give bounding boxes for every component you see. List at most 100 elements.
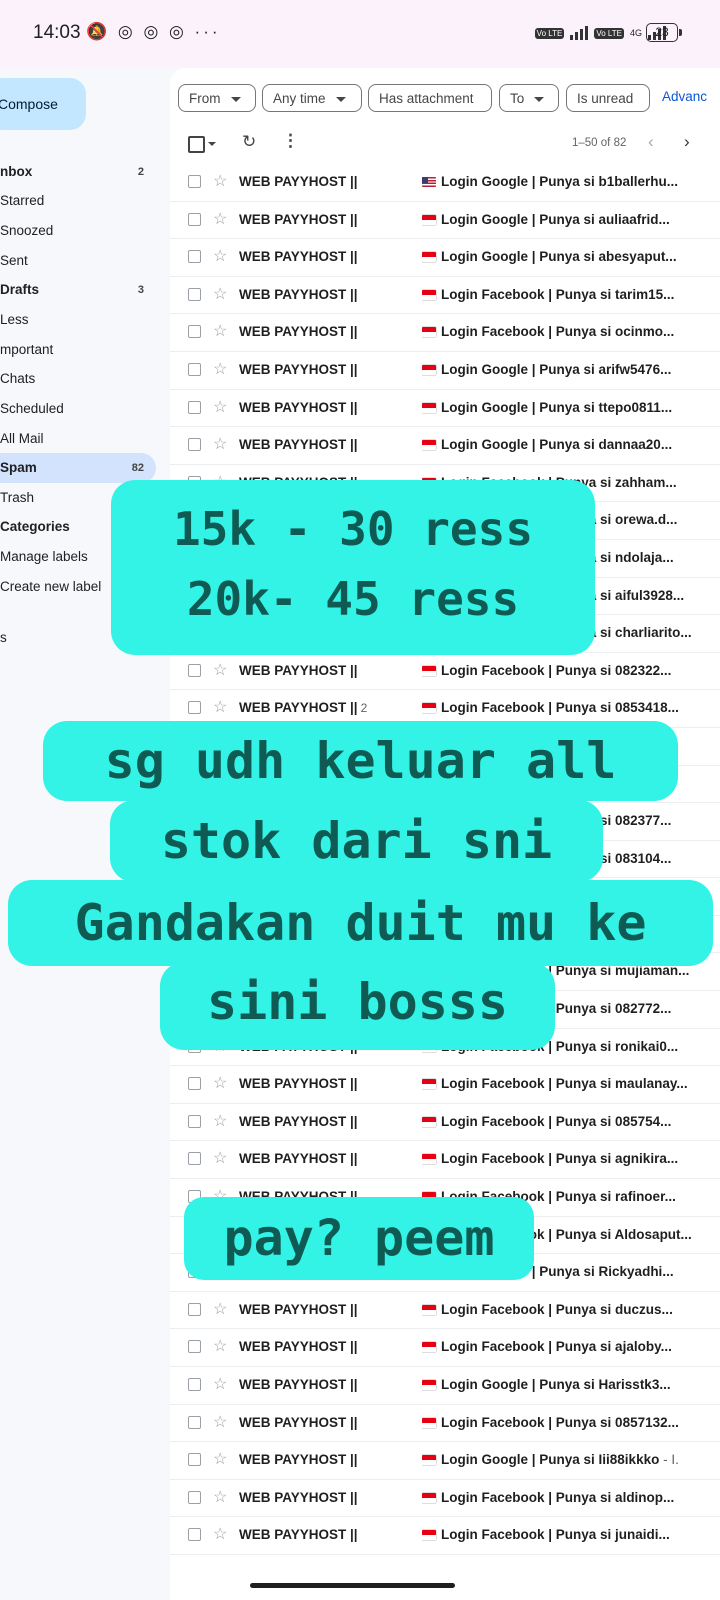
sidebar-item[interactable]: All Mail (0, 424, 156, 454)
sidebar-item[interactable]: Snoozed (0, 216, 156, 246)
refresh-icon[interactable]: ↻ (242, 132, 256, 152)
row-checkbox[interactable] (188, 1340, 201, 1354)
sidebar-item[interactable]: Scheduled (0, 394, 156, 424)
sidebar-item[interactable]: nbox 2 (0, 157, 156, 187)
email-row[interactable]: ☆ WEB PAYYHOST || Login Facebook | Punya s… (170, 1104, 720, 1142)
email-row[interactable]: ☆ WEB PAYYHOST || Login Facebook | Punya s… (170, 1405, 720, 1443)
star-icon[interactable]: ☆ (213, 246, 227, 266)
email-row[interactable]: ☆ WEB PAYYHOST || Login Facebook | Punya s… (170, 1517, 720, 1555)
row-checkbox[interactable] (188, 250, 201, 264)
email-row[interactable]: ☆ WEB PAYYHOST || Login Facebook | Punya s… (170, 277, 720, 315)
from-filter-label: From (189, 91, 221, 106)
from-filter[interactable]: From (178, 84, 256, 112)
row-checkbox[interactable] (188, 175, 201, 188)
star-icon[interactable]: ☆ (213, 660, 227, 680)
advanced-search-link[interactable]: Advanc (662, 89, 707, 104)
row-checkbox[interactable] (188, 1152, 201, 1166)
email-row[interactable]: ☆ WEB PAYYHOST || Login Google | Punya si … (170, 390, 720, 428)
row-checkbox[interactable] (188, 400, 201, 414)
star-icon[interactable]: ☆ (213, 1374, 227, 1394)
star-icon[interactable]: ☆ (213, 697, 227, 717)
email-subject-line: Login Facebook | Punya si aldinop... (422, 1490, 718, 1505)
row-checkbox[interactable] (188, 701, 201, 715)
sidebar-item[interactable]: Drafts 3 (0, 275, 156, 305)
compose-button[interactable]: Compose (0, 78, 86, 130)
has-attachment-filter-label: Has attachment (379, 91, 474, 106)
pay-bubble: pay? peem (184, 1197, 534, 1280)
email-sender-name: WEB PAYYHOST || (239, 286, 358, 302)
row-checkbox[interactable] (188, 287, 201, 301)
sidebar-item[interactable]: Starred (0, 186, 156, 216)
row-checkbox[interactable] (188, 1528, 201, 1542)
sidebar-item[interactable]: Spam 82 (0, 453, 156, 483)
row-checkbox[interactable] (188, 362, 201, 376)
email-row[interactable]: ☆ WEB PAYYHOST || Login Google | Punya si … (170, 352, 720, 390)
email-row[interactable]: ☆ WEB PAYYHOST || Login Facebook | Punya s… (170, 1329, 720, 1367)
star-icon[interactable]: ☆ (213, 1524, 227, 1544)
row-checkbox[interactable] (188, 1302, 201, 1316)
email-row[interactable]: ☆ WEB PAYYHOST || Login Google | Punya si … (170, 427, 720, 465)
any-time-filter[interactable]: Any time (262, 84, 362, 112)
select-all-checkbox[interactable] (188, 136, 205, 153)
star-icon[interactable]: ☆ (213, 359, 227, 379)
email-row[interactable]: ☆ WEB PAYYHOST || Login Google | Punya si … (170, 1442, 720, 1480)
row-checkbox[interactable] (188, 1415, 201, 1429)
star-icon[interactable]: ☆ (213, 321, 227, 341)
star-icon[interactable]: ☆ (213, 209, 227, 229)
email-subject: Login Facebook | Punya si ocinmo... (441, 324, 675, 340)
star-icon[interactable]: ☆ (213, 1449, 227, 1469)
email-subject-line: Login Facebook | Punya si ajaloby... (422, 1339, 718, 1354)
home-indicator[interactable] (250, 1583, 455, 1588)
star-icon[interactable]: ☆ (213, 1487, 227, 1507)
email-row[interactable]: ☆ WEB PAYYHOST || Login Google | Punya si … (170, 239, 720, 277)
row-checkbox[interactable] (188, 1378, 201, 1391)
email-row[interactable]: ☆ WEB PAYYHOST || Login Google | Punya si … (170, 1367, 720, 1405)
status-time: 14:03 (33, 22, 81, 43)
email-row[interactable]: ☆ WEB PAYYHOST || Login Facebook | Punya s… (170, 1066, 720, 1104)
has-attachment-filter[interactable]: Has attachment (368, 84, 492, 112)
email-subject: Login Facebook | Punya si junaidi... (441, 1527, 670, 1543)
row-checkbox[interactable] (188, 1114, 201, 1128)
row-checkbox[interactable] (188, 1453, 201, 1467)
row-checkbox[interactable] (188, 1490, 201, 1504)
row-checkbox[interactable] (188, 325, 201, 339)
row-checkbox[interactable] (188, 212, 201, 226)
email-subject: Login Google | Punya si abesyaput... (441, 249, 677, 265)
more-vert-icon[interactable]: ⋮ (282, 131, 299, 151)
email-row[interactable]: ☆ WEB PAYYHOST || Login Facebook | Punya s… (170, 1141, 720, 1180)
chevron-right-icon[interactable]: › (684, 132, 690, 152)
email-row[interactable]: ☆ WEB PAYYHOST || Login Google | Punya si … (170, 164, 720, 202)
star-icon[interactable]: ☆ (213, 284, 227, 304)
star-icon[interactable]: ☆ (213, 1111, 227, 1131)
email-row[interactable]: ☆ WEB PAYYHOST || Login Facebook | Punya s… (170, 1480, 720, 1518)
star-icon[interactable]: ☆ (213, 1336, 227, 1356)
star-icon[interactable]: ☆ (213, 434, 227, 454)
select-dropdown-icon[interactable] (208, 142, 216, 146)
email-row[interactable]: ☆ WEB PAYYHOST || Login Facebook | Punya s… (170, 1292, 720, 1330)
email-subject-line: Login Facebook | Punya si junaidi... (422, 1527, 718, 1542)
sidebar-item[interactable]: Chats (0, 364, 156, 394)
sidebar-item[interactable]: mportant (0, 335, 156, 365)
row-checkbox[interactable] (188, 1077, 201, 1091)
email-subject-line: Login Google | Punya si abesyaput... (422, 249, 718, 264)
sidebar-item[interactable]: Sent (0, 246, 156, 276)
sidebar-item[interactable]: Less (0, 305, 156, 335)
row-checkbox[interactable] (188, 438, 201, 452)
star-icon[interactable]: ☆ (213, 1412, 227, 1432)
email-subject-line: Login Google | Punya si dannaa20... (422, 437, 718, 452)
star-icon[interactable]: ☆ (213, 1299, 227, 1319)
email-row[interactable]: ☆ WEB PAYYHOST || Login Facebook | Punya s… (170, 653, 720, 691)
chevron-down-icon (534, 96, 545, 102)
star-icon[interactable]: ☆ (213, 397, 227, 417)
is-unread-filter-label: Is unread (577, 91, 634, 106)
row-checkbox[interactable] (188, 663, 201, 677)
email-sender: WEB PAYYHOST || (239, 400, 358, 415)
to-filter[interactable]: To (499, 84, 559, 112)
star-icon[interactable]: ☆ (213, 1148, 227, 1168)
email-row[interactable]: ☆ WEB PAYYHOST || Login Google | Punya si … (170, 202, 720, 240)
star-icon[interactable]: ☆ (213, 1073, 227, 1093)
email-row[interactable]: ☆ WEB PAYYHOST || Login Facebook | Punya s… (170, 314, 720, 352)
is-unread-filter[interactable]: Is unread (566, 84, 650, 112)
star-icon[interactable]: ☆ (213, 171, 227, 191)
chevron-left-icon[interactable]: ‹ (648, 132, 654, 152)
